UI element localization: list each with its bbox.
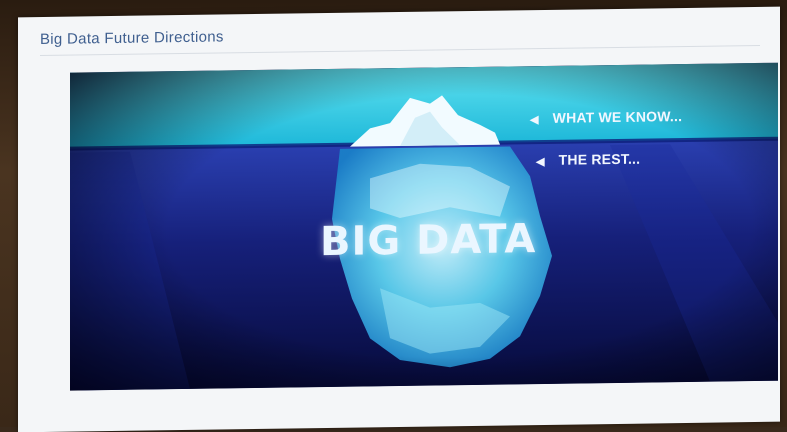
big-data-heading: BIG DATA xyxy=(320,216,537,266)
left-arrow-icon: ◀ xyxy=(530,114,539,127)
label-the-rest-text: THE REST... xyxy=(558,150,641,168)
left-arrow-icon: ◀ xyxy=(536,155,545,169)
label-what-we-know: ◀ WHAT WE KNOW... xyxy=(530,108,682,126)
label-the-rest: ◀ THE REST... xyxy=(536,151,640,168)
slide-title: Big Data Future Directions xyxy=(40,28,224,49)
iceberg-image: ◀ WHAT WE KNOW... ◀ THE REST... BIG DATA xyxy=(70,62,778,391)
title-divider xyxy=(40,44,760,57)
label-what-we-know-text: WHAT WE KNOW... xyxy=(552,108,683,126)
projected-slide: Big Data Future Directions ◀ WHAT WE KNO… xyxy=(18,6,780,432)
